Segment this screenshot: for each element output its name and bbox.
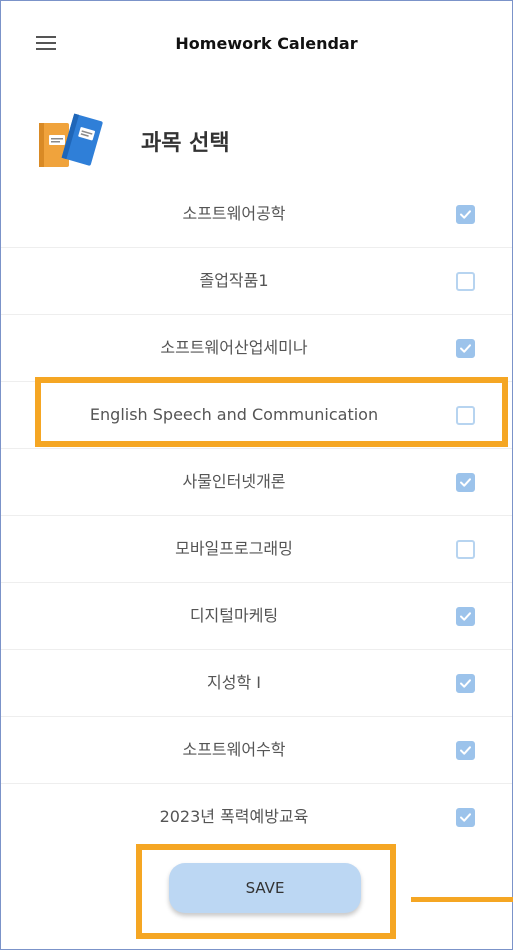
subject-row[interactable]: 졸업작품1 <box>1 248 512 315</box>
checkmark-icon <box>460 478 471 487</box>
section-header: 과목 선택 <box>1 109 512 171</box>
subject-row[interactable]: 소프트웨어수학 <box>1 717 512 784</box>
app-bar: Homework Calendar <box>1 1 512 85</box>
checkmark-icon <box>460 210 471 219</box>
subject-label: 사물인터넷개론 <box>182 472 286 491</box>
app-screen: Homework Calendar 과목 선택 소프트웨어공학졸업작품1 소프트웨… <box>0 0 513 950</box>
subject-label: 소프트웨어공학 <box>182 204 286 223</box>
subject-list: 소프트웨어공학 졸업작품1 소프트웨어산업세미나 English Speech and… <box>1 181 512 850</box>
checkmark-icon <box>460 746 471 755</box>
subject-label: 소프트웨어수학 <box>182 740 286 759</box>
subject-label: 지성학 I <box>207 673 261 692</box>
subject-checkbox[interactable] <box>456 205 475 224</box>
subject-row[interactable]: 지성학 I <box>1 650 512 717</box>
subject-checkbox[interactable] <box>456 272 475 291</box>
app-title: Homework Calendar <box>175 34 358 53</box>
subject-row[interactable]: 2023년 폭력예방교육 <box>1 784 512 850</box>
checkmark-icon <box>460 679 471 688</box>
subject-checkbox[interactable] <box>456 741 475 760</box>
subject-checkbox[interactable] <box>456 674 475 693</box>
checkmark-icon <box>460 612 471 621</box>
subject-row[interactable]: 디지털마케팅 <box>1 583 512 650</box>
subject-row[interactable]: 사물인터넷개론 <box>1 449 512 516</box>
subject-row[interactable]: 모바일프로그래밍 <box>1 516 512 583</box>
subject-row[interactable]: 소프트웨어산업세미나 <box>1 315 512 382</box>
subject-checkbox[interactable] <box>456 339 475 358</box>
subject-checkbox[interactable] <box>456 607 475 626</box>
subject-label: 모바일프로그래밍 <box>175 539 293 558</box>
subject-row[interactable]: 소프트웨어공학 <box>1 181 512 248</box>
highlight-pointer-line <box>411 897 513 902</box>
section-title: 과목 선택 <box>141 131 230 156</box>
subject-checkbox[interactable] <box>456 808 475 827</box>
subject-label: 졸업작품1 <box>199 271 269 290</box>
highlight-box-english-row <box>35 377 508 447</box>
checkmark-icon <box>460 813 471 822</box>
subject-checkbox[interactable] <box>456 473 475 492</box>
books-icon <box>39 113 103 167</box>
highlight-box-save-button <box>136 844 396 939</box>
subject-label: 소프트웨어산업세미나 <box>160 338 308 357</box>
checkmark-icon <box>460 344 471 353</box>
subject-checkbox[interactable] <box>456 540 475 559</box>
subject-label: 2023년 폭력예방교육 <box>159 807 309 826</box>
subject-label: 디지털마케팅 <box>189 606 279 625</box>
